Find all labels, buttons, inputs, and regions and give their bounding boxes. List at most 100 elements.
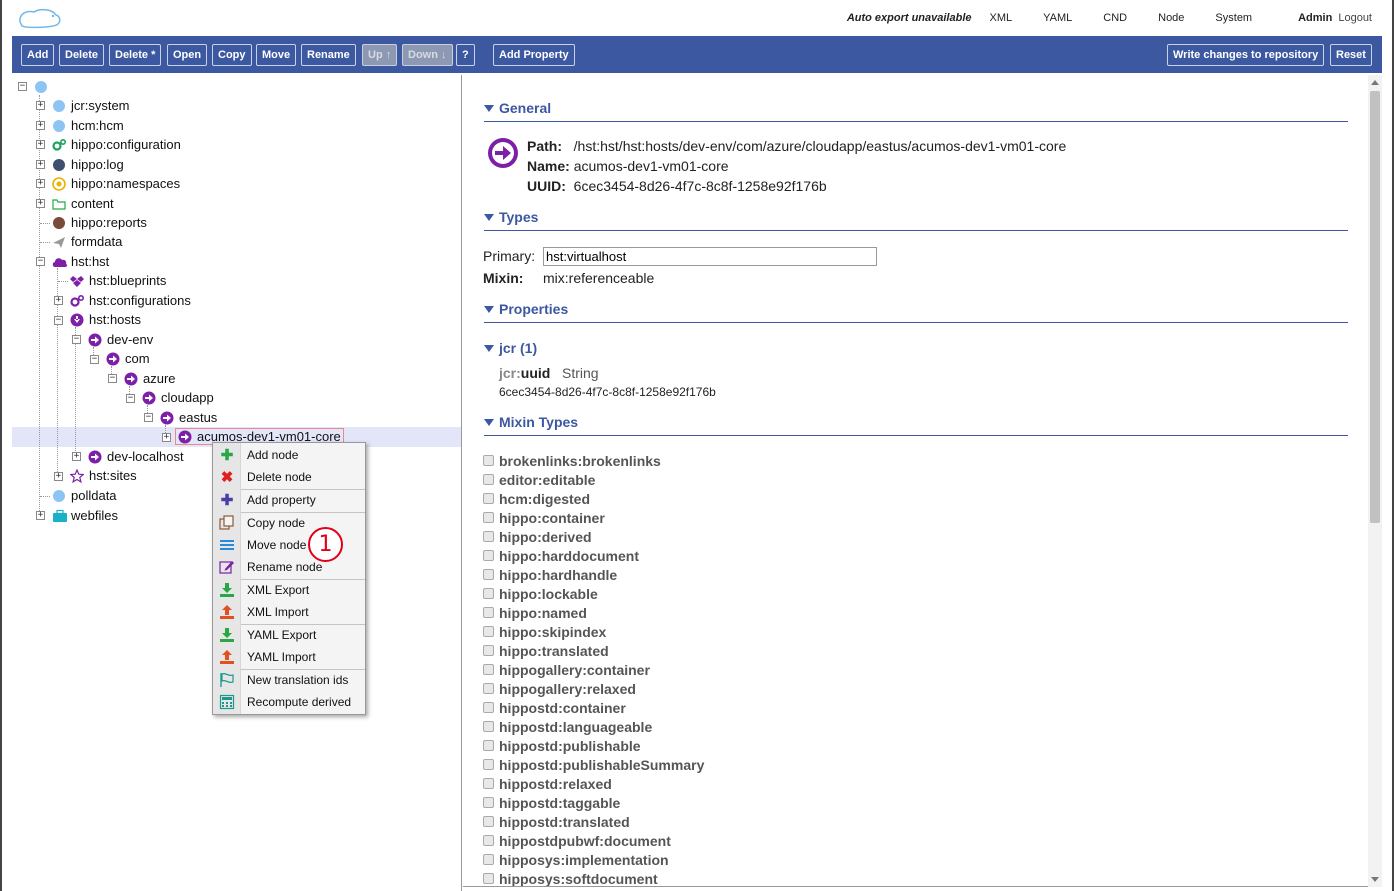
tree-node-hippo-configuration[interactable]: hippo:configuration (52, 135, 181, 154)
root-collapse-toggle[interactable]: − (18, 82, 27, 91)
primary-type-input[interactable] (543, 247, 877, 266)
tree-node-dev-localhost[interactable]: dev-localhost (88, 447, 184, 466)
tree-node-hippo-reports[interactable]: hippo:reports (52, 213, 147, 232)
mixin-type-item[interactable]: hippo:named (483, 603, 587, 622)
write-changes-button[interactable]: Write changes to repository (1167, 44, 1325, 66)
section-general[interactable]: General (484, 100, 1348, 122)
nav-yaml[interactable]: YAML (1043, 12, 1072, 24)
details-scrollbar[interactable] (1368, 75, 1382, 887)
scroll-down-arrow-icon[interactable] (1371, 877, 1379, 882)
collapse-toggle[interactable]: − (90, 355, 99, 364)
collapse-toggle[interactable]: − (144, 413, 153, 422)
expand-toggle[interactable]: + (36, 121, 45, 130)
tree-node-cloudapp[interactable]: cloudapp (142, 388, 214, 407)
expand-toggle[interactable]: + (162, 433, 171, 442)
tree-node-hst-hst[interactable]: hst:hst (52, 252, 109, 271)
tree-node-polldata[interactable]: polldata (52, 486, 117, 505)
expand-toggle[interactable]: + (54, 296, 63, 305)
rename-button[interactable]: Rename (301, 44, 356, 66)
mixin-checkbox[interactable] (483, 816, 494, 827)
mixin-type-item[interactable]: hippostdpubwf:document (483, 831, 671, 850)
mixin-checkbox[interactable] (483, 474, 494, 485)
mixin-checkbox[interactable] (483, 797, 494, 808)
collapse-toggle[interactable]: − (108, 374, 117, 383)
tree-node-hst-sites[interactable]: hst:sites (69, 466, 137, 485)
mixin-checkbox[interactable] (483, 569, 494, 580)
tree-node-hcm-hcm[interactable]: hcm:hcm (52, 116, 124, 135)
mixin-checkbox[interactable] (483, 550, 494, 561)
mixin-checkbox[interactable] (483, 493, 494, 504)
mixin-checkbox[interactable] (483, 455, 494, 466)
collapse-toggle[interactable]: − (36, 257, 45, 266)
tree-node-jcr-system[interactable]: jcr:system (52, 96, 130, 115)
tree-node-hippo-log[interactable]: hippo:log (52, 155, 124, 174)
mixin-checkbox[interactable] (483, 588, 494, 599)
tree-node-hst-blueprints[interactable]: hst:blueprints (70, 271, 166, 290)
mixin-type-item[interactable]: brokenlinks:brokenlinks (483, 451, 661, 470)
expand-toggle[interactable]: + (54, 472, 63, 481)
move-up-button[interactable]: Up ↑ (362, 44, 398, 66)
mixin-type-item[interactable]: hippogallery:relaxed (483, 679, 636, 698)
tree-node-hst-configurations[interactable]: hst:configurations (70, 291, 191, 310)
menu-item-recompute-derived[interactable]: Recompute derived (213, 691, 365, 713)
menu-item-add-property[interactable]: ✚ Add property (213, 489, 365, 511)
tree-node-com[interactable]: com (106, 349, 150, 368)
mixin-type-item[interactable]: hippostd:languageable (483, 717, 652, 736)
mixin-checkbox[interactable] (483, 664, 494, 675)
mixin-checkbox[interactable] (483, 721, 494, 732)
mixin-type-item[interactable]: hippo:harddocument (483, 546, 639, 565)
mixin-type-item[interactable]: hippostd:relaxed (483, 774, 612, 793)
tree-node-content[interactable]: content (52, 194, 114, 213)
menu-item-delete-node[interactable]: ✖ Delete node (213, 466, 365, 488)
logout-link[interactable]: Logout (1338, 12, 1372, 24)
add-property-button[interactable]: Add Property (493, 44, 575, 66)
scroll-up-arrow-icon[interactable] (1371, 80, 1379, 85)
mixin-type-item[interactable]: hippo:derived (483, 527, 592, 546)
mixin-type-item[interactable]: hipposys:implementation (483, 850, 669, 869)
help-button[interactable]: ? (456, 44, 475, 66)
menu-item-xml-export[interactable]: XML Export (213, 579, 365, 601)
expand-toggle[interactable]: + (72, 452, 81, 461)
mixin-checkbox[interactable] (483, 702, 494, 713)
mixin-type-item[interactable]: hippostd:translated (483, 812, 630, 831)
menu-item-new-translation-ids[interactable]: New translation ids (213, 669, 365, 691)
open-button[interactable]: Open (167, 44, 208, 66)
tree-node-webfiles[interactable]: webfiles (52, 506, 118, 525)
mixin-type-item[interactable]: hippo:lockable (483, 584, 598, 603)
expand-toggle[interactable]: + (36, 199, 45, 208)
nav-node[interactable]: Node (1158, 12, 1184, 24)
mixin-checkbox[interactable] (483, 512, 494, 523)
mixin-type-item[interactable]: hippo:skipindex (483, 622, 606, 641)
mixin-checkbox[interactable] (483, 873, 494, 884)
mixin-checkbox[interactable] (483, 759, 494, 770)
tree-node-hippo-namespaces[interactable]: hippo:namespaces (52, 174, 180, 193)
move-down-button[interactable]: Down ↓ (402, 44, 453, 66)
menu-item-yaml-import[interactable]: YAML Import (213, 646, 365, 668)
mixin-checkbox[interactable] (483, 645, 494, 656)
collapse-toggle[interactable]: − (126, 394, 135, 403)
mixin-type-item[interactable]: hipposys:softdocument (483, 869, 658, 886)
tree-node-hst-hosts[interactable]: hst:hosts (70, 310, 141, 329)
mixin-checkbox[interactable] (483, 835, 494, 846)
menu-item-yaml-export[interactable]: YAML Export (213, 624, 365, 646)
delete-button[interactable]: Delete (59, 44, 105, 66)
expand-toggle[interactable]: + (36, 140, 45, 149)
mixin-type-item[interactable]: hcm:digested (483, 489, 590, 508)
mixin-type-item[interactable]: editor:editable (483, 470, 595, 489)
delete-recursive-button[interactable]: Delete * (109, 44, 162, 66)
expand-toggle[interactable]: + (36, 511, 45, 520)
mixin-checkbox[interactable] (483, 607, 494, 618)
mixin-type-item[interactable]: hippostd:publishable (483, 736, 641, 755)
mixin-type-item[interactable]: hippostd:taggable (483, 793, 620, 812)
mixin-type-item[interactable]: hippo:container (483, 508, 605, 527)
menu-item-rename-node[interactable]: Rename node (213, 556, 365, 578)
mixin-checkbox[interactable] (483, 854, 494, 865)
tree-node-dev-env[interactable]: dev-env (88, 330, 153, 349)
scrollbar-thumb[interactable] (1370, 91, 1380, 523)
expand-toggle[interactable]: + (36, 101, 45, 110)
section-properties[interactable]: Properties (484, 301, 1348, 323)
menu-item-xml-import[interactable]: XML Import (213, 601, 365, 623)
expand-toggle[interactable]: + (36, 179, 45, 188)
tree-node-eastus[interactable]: eastus (160, 408, 217, 427)
tree-node-root[interactable] (34, 77, 53, 96)
